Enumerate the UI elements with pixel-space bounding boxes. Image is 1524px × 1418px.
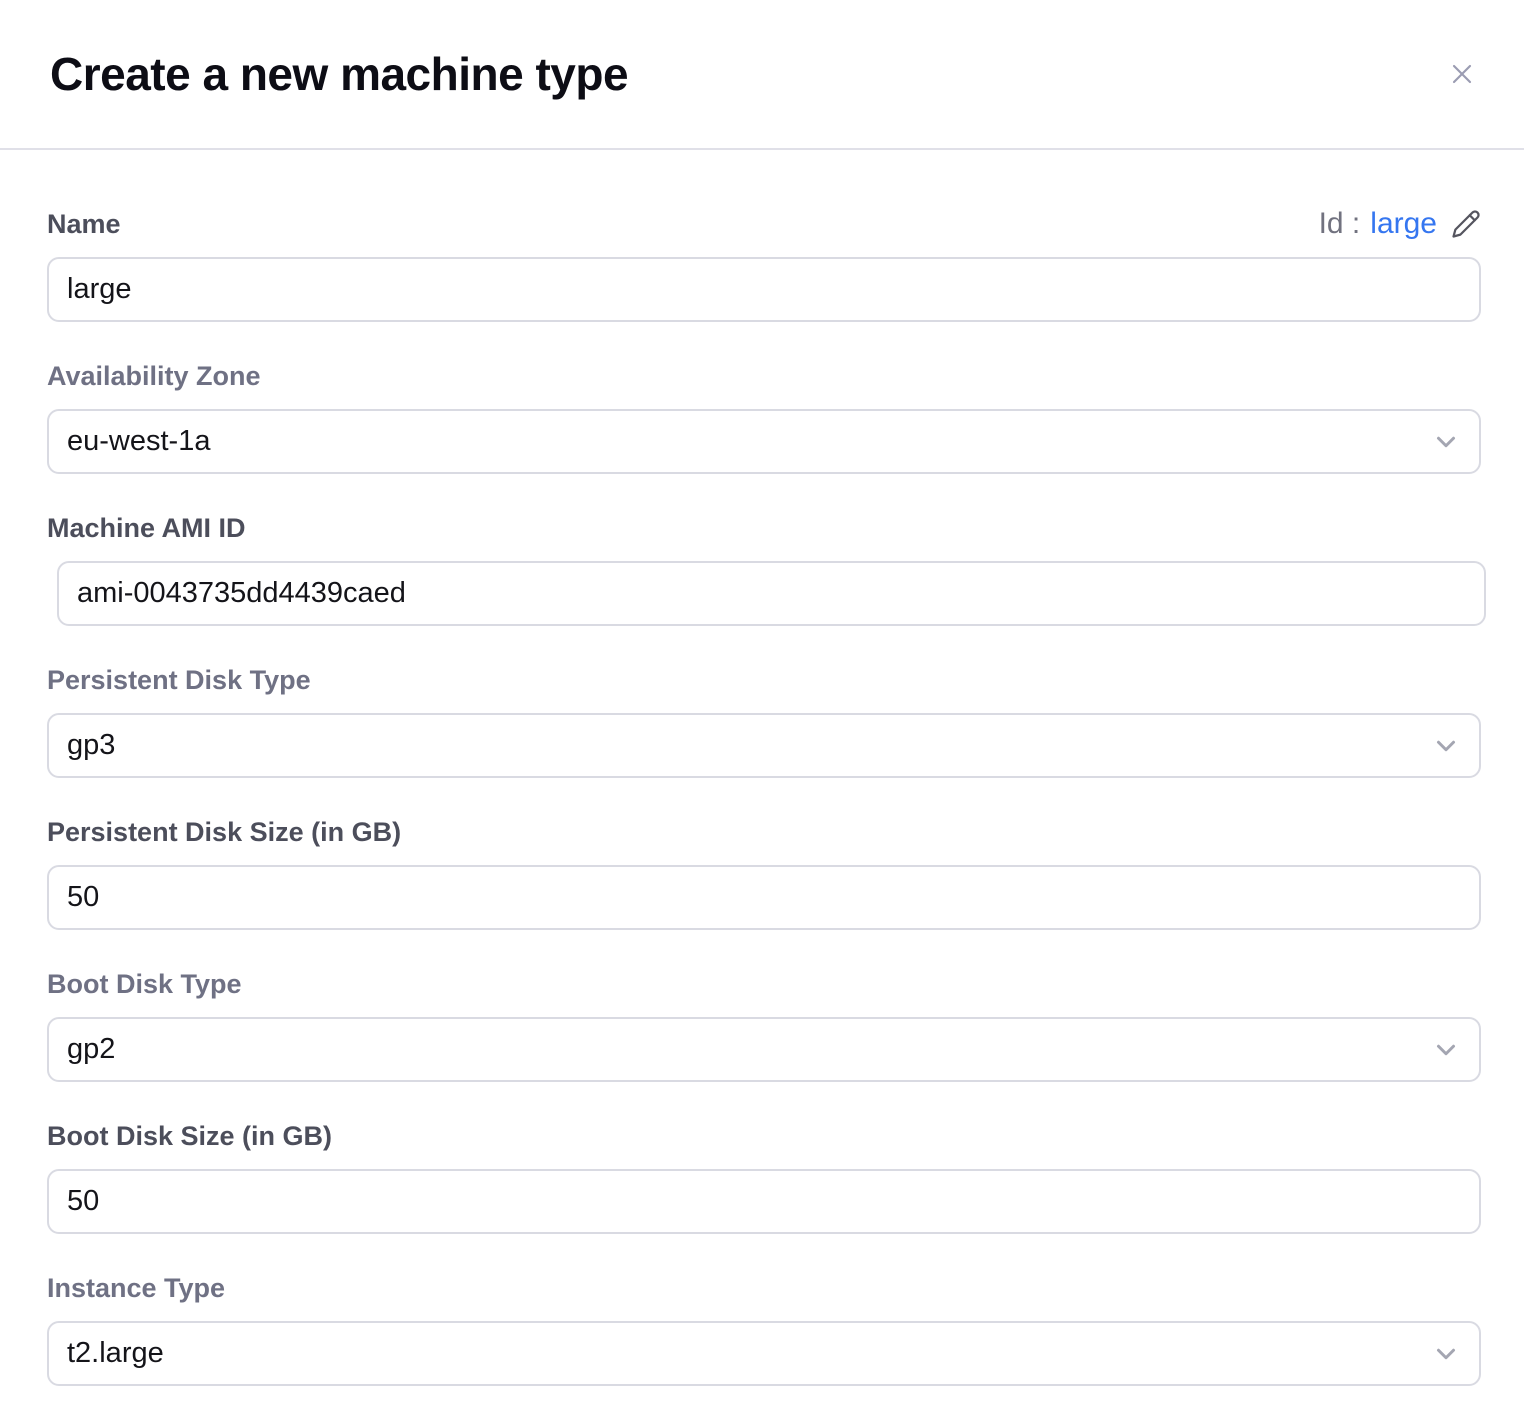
persistent-disk-type-select[interactable]: gp3 (47, 713, 1481, 778)
field-group-boot-disk-type: Boot Disk Type gp2 (47, 968, 1481, 1082)
close-button[interactable] (1444, 56, 1480, 92)
field-group-boot-disk-size: Boot Disk Size (in GB) (47, 1120, 1481, 1234)
modal-title: Create a new machine type (50, 47, 628, 101)
machine-ami-id-label: Machine AMI ID (47, 512, 1481, 545)
persistent-disk-size-label: Persistent Disk Size (in GB) (47, 816, 1481, 849)
field-group-name: Name Id : large (47, 207, 1481, 322)
chevron-down-icon (1431, 731, 1461, 761)
name-label: Name (47, 208, 121, 241)
field-group-machine-ami-id: Machine AMI ID (47, 512, 1481, 626)
persistent-disk-size-input[interactable] (47, 865, 1481, 930)
availability-zone-value: eu-west-1a (67, 425, 210, 458)
availability-zone-select[interactable]: eu-west-1a (47, 409, 1481, 474)
chevron-down-icon (1431, 1035, 1461, 1065)
instance-type-value: t2.large (67, 1337, 164, 1370)
id-value-text[interactable]: large (1370, 207, 1437, 241)
modal-header: Create a new machine type (0, 0, 1524, 150)
x-icon (1446, 58, 1478, 90)
pencil-icon (1451, 209, 1481, 239)
field-group-instance-type: Instance Type t2.large (47, 1272, 1481, 1386)
name-input[interactable] (47, 257, 1481, 322)
instance-type-label: Instance Type (47, 1272, 1481, 1305)
boot-disk-type-select[interactable]: gp2 (47, 1017, 1481, 1082)
modal-body: Name Id : large Availability Zone eu-wes… (0, 150, 1524, 1418)
boot-disk-type-value: gp2 (67, 1033, 115, 1066)
chevron-down-icon (1431, 427, 1461, 457)
id-prefix-label: Id : (1319, 207, 1361, 241)
name-label-row: Name Id : large (47, 207, 1481, 241)
boot-disk-type-label: Boot Disk Type (47, 968, 1481, 1001)
field-group-availability-zone: Availability Zone eu-west-1a (47, 360, 1481, 474)
edit-id-button[interactable] (1451, 209, 1481, 239)
boot-disk-size-input[interactable] (47, 1169, 1481, 1234)
machine-ami-id-input[interactable] (57, 561, 1486, 626)
field-group-persistent-disk-size: Persistent Disk Size (in GB) (47, 816, 1481, 930)
machine-id-display: Id : large (1319, 207, 1481, 241)
boot-disk-size-label: Boot Disk Size (in GB) (47, 1120, 1481, 1153)
persistent-disk-type-value: gp3 (67, 729, 115, 762)
instance-type-select[interactable]: t2.large (47, 1321, 1481, 1386)
availability-zone-label: Availability Zone (47, 360, 1481, 393)
create-machine-type-modal: Create a new machine type Name Id : larg… (0, 0, 1524, 1418)
field-group-persistent-disk-type: Persistent Disk Type gp3 (47, 664, 1481, 778)
chevron-down-icon (1431, 1339, 1461, 1369)
persistent-disk-type-label: Persistent Disk Type (47, 664, 1481, 697)
